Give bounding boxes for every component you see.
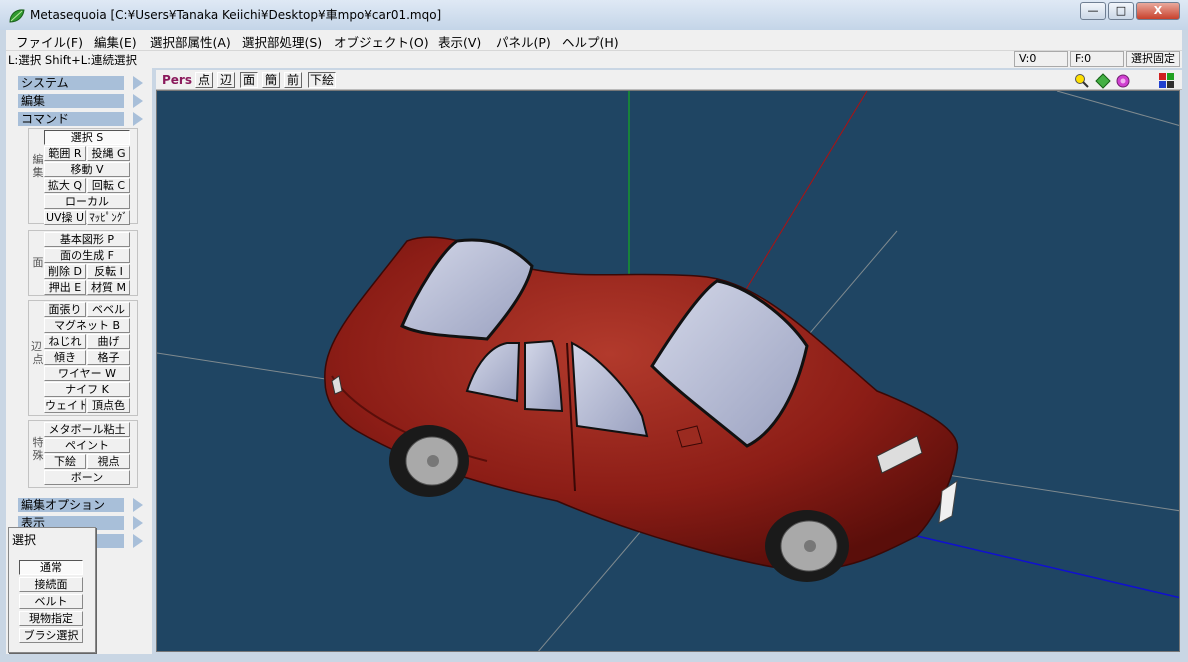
projection-mode[interactable]: Pers <box>162 73 192 87</box>
knife-button[interactable]: ナイフ K <box>44 382 130 397</box>
zoom-icon[interactable] <box>1074 73 1090 89</box>
delete-button[interactable]: 削除 D <box>44 264 86 279</box>
group-label-face: 面 <box>32 256 44 269</box>
lasso-button[interactable]: 投縄 G <box>87 146 130 161</box>
bend-button[interactable]: 曲げ <box>87 334 130 349</box>
close-button[interactable]: X <box>1136 2 1180 20</box>
paint-button[interactable]: ペイント <box>44 438 130 453</box>
section-command[interactable]: コマンド <box>18 112 143 126</box>
view-edge-toggle[interactable]: 辺 <box>217 72 235 88</box>
extrude-button[interactable]: 押出 E <box>44 280 86 295</box>
select-current-button[interactable]: 現物指定 <box>19 611 83 626</box>
create-face-button[interactable]: 面の生成 F <box>44 248 130 263</box>
face-count: F:0 <box>1070 51 1124 67</box>
menu-selection-attr[interactable]: 選択部属性(A) <box>150 32 231 51</box>
view-front-toggle[interactable]: 前 <box>284 72 302 88</box>
view-simple-toggle[interactable]: 簡 <box>262 72 280 88</box>
rotate-button[interactable]: 回転 C <box>87 178 130 193</box>
x-axis-line <box>741 91 868 297</box>
tilt-button[interactable]: 傾き <box>44 350 86 365</box>
section-system[interactable]: システム <box>18 76 143 90</box>
section-edit-option[interactable]: 編集オプション <box>18 498 143 512</box>
menu-edit[interactable]: 編集(E) <box>94 32 137 51</box>
metasequoia-leaf-icon <box>9 9 25 23</box>
selection-panel: 選択 通常 接続面 ベルト 現物指定 ブラシ選択 <box>8 527 96 653</box>
selection-panel-title: 選択 <box>12 533 37 547</box>
window-bottom-edge <box>0 654 1188 662</box>
scale-button[interactable]: 拡大 Q <box>44 178 86 193</box>
material-button[interactable]: 材質 M <box>87 280 130 295</box>
menu-bar: ファイル(F) 編集(E) 選択部属性(A) 選択部処理(S) オブジェクト(O… <box>6 30 1182 50</box>
select-normal-button[interactable]: 通常 <box>19 560 83 575</box>
menu-help[interactable]: ヘルプ(H) <box>562 32 619 51</box>
range-button[interactable]: 範囲 R <box>44 146 86 161</box>
bevel-button[interactable]: ベベル <box>87 302 130 317</box>
status-bar <box>6 50 1182 68</box>
view-face-toggle[interactable]: 面 <box>240 72 258 88</box>
menu-file[interactable]: ファイル(F) <box>16 32 83 51</box>
z-axis-line <box>916 535 1179 599</box>
local-button[interactable]: ローカル <box>44 194 130 209</box>
group-label-edge-vertex: 辺・点 <box>31 340 53 366</box>
status-hint: L:選択 Shift+L:連続選択 <box>8 53 137 67</box>
palette-icon[interactable] <box>1159 73 1174 88</box>
selection-lock-button[interactable]: 選択固定 <box>1126 51 1180 67</box>
menu-object[interactable]: オブジェクト(O) <box>334 32 429 51</box>
minimize-button[interactable]: — <box>1080 2 1106 20</box>
menu-panel[interactable]: パネル(P) <box>496 32 551 51</box>
group-label-edit: 編集 <box>32 153 44 179</box>
bone-button[interactable]: ボーン <box>44 470 130 485</box>
move-button[interactable]: 移動 V <box>44 162 130 177</box>
vertex-color-button[interactable]: 頂点色 <box>87 398 130 413</box>
menu-view[interactable]: 表示(V) <box>438 32 481 51</box>
wire-button[interactable]: ワイヤー W <box>44 366 130 381</box>
group-label-special: 特殊 <box>32 436 44 462</box>
face-fill-button[interactable]: 面張り <box>44 302 86 317</box>
mapping-button[interactable]: ﾏｯﾋﾟﾝｸﾞ <box>87 210 130 225</box>
lattice-button[interactable]: 格子 <box>87 350 130 365</box>
view-underlay-toggle[interactable]: 下絵 <box>308 72 336 88</box>
view-vertex-toggle[interactable]: 点 <box>195 72 213 88</box>
primitive-button[interactable]: 基本図形 P <box>44 232 130 247</box>
metaball-button[interactable]: メタボール粘土 <box>44 422 130 437</box>
magnet-button[interactable]: マグネット B <box>44 318 130 333</box>
select-connected-button[interactable]: 接続面 <box>19 577 83 592</box>
select-button[interactable]: 選択 S <box>44 130 130 145</box>
scene <box>157 91 1179 651</box>
grid-line <box>1056 91 1179 126</box>
section-edit[interactable]: 編集 <box>18 94 143 108</box>
rotate-view-icon[interactable] <box>1115 73 1131 89</box>
vertex-count: V:0 <box>1014 51 1068 67</box>
underlay-button[interactable]: 下絵 <box>44 454 86 469</box>
maximize-button[interactable]: □ <box>1108 2 1134 20</box>
3d-viewport[interactable] <box>156 90 1180 652</box>
menu-selection-process[interactable]: 選択部処理(S) <box>242 32 322 51</box>
twist-button[interactable]: ねじれ <box>44 334 86 349</box>
move-view-icon[interactable] <box>1095 73 1111 89</box>
window-title: Metasequoia [C:¥Users¥Tanaka Keiichi¥Des… <box>30 8 442 22</box>
weight-button[interactable]: ウェイト <box>44 398 86 413</box>
flip-button[interactable]: 反転 I <box>87 264 130 279</box>
uv-button[interactable]: UV操 U <box>44 210 86 225</box>
select-brush-button[interactable]: ブラシ選択 <box>19 628 83 643</box>
car-model <box>324 236 959 582</box>
select-belt-button[interactable]: ベルト <box>19 594 83 609</box>
viewpoint-button[interactable]: 視点 <box>87 454 130 469</box>
